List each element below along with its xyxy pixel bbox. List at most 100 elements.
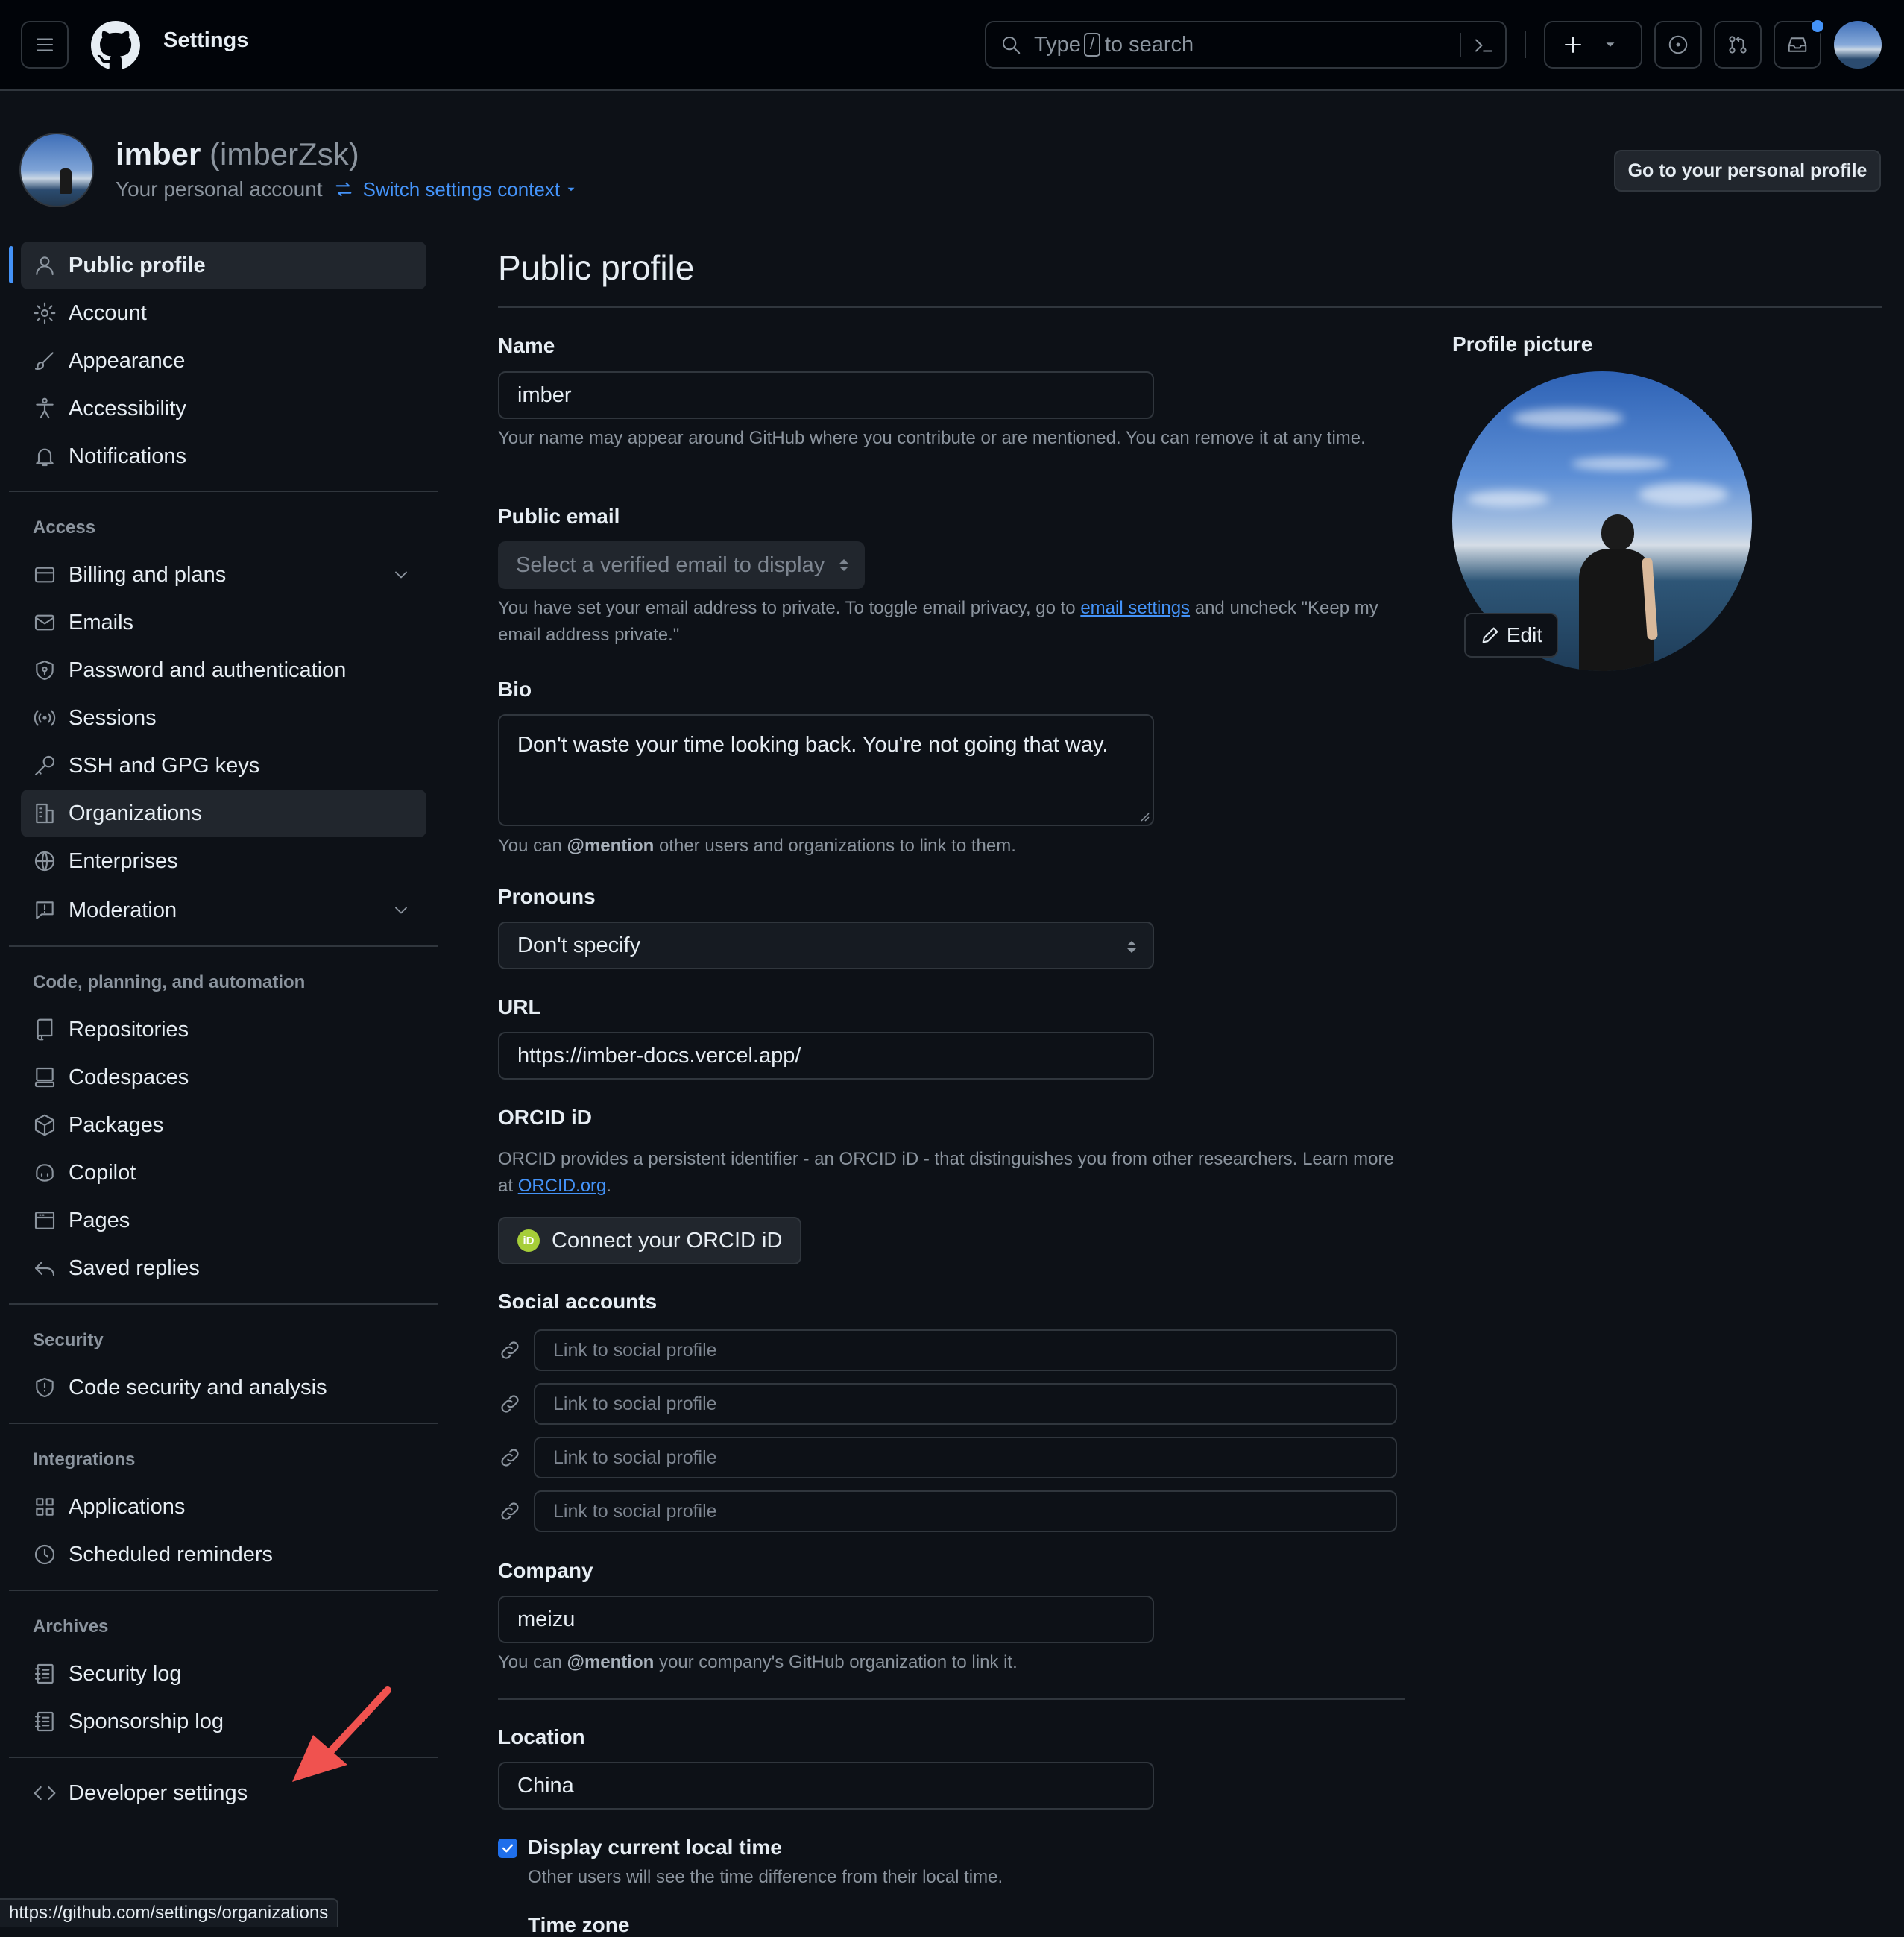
sidebar-item-appearance[interactable]: Appearance [21,337,426,385]
sidebar-item-codespaces[interactable]: Codespaces [21,1053,426,1101]
name-help: Your name may appear around GitHub where… [498,428,1366,448]
company-help-text-2: your company's GitHub organization to li… [658,1652,1018,1672]
resize-handle-icon[interactable] [1138,810,1150,822]
sidebar-item-repositories[interactable]: Repositories [21,1006,426,1053]
sidebar-divider [9,1590,438,1591]
connect-orcid-button[interactable]: iD Connect your ORCID iD [498,1217,801,1264]
copilot-icon [36,1164,54,1182]
sidebar-item-label: Accessibility [69,396,186,421]
sidebar-item-label: Sponsorship log [69,1709,224,1733]
public-email-placeholder: Select a verified email to display [516,552,825,577]
url-label: URL [498,995,541,1018]
sidebar-item-packages[interactable]: Packages [21,1101,426,1149]
edit-label: Edit [1506,623,1543,646]
package-icon [34,1114,55,1136]
header-divider [1525,31,1526,58]
bio-textarea[interactable]: Don't waste your time looking back. You'… [498,714,1154,826]
local-time-checkbox[interactable] [498,1839,517,1858]
orcid-label: ORCID iD [498,1106,592,1129]
name-field[interactable]: imber [498,371,1154,419]
plus-icon [1565,37,1581,53]
account-display-name: imber [116,136,201,171]
select-updown-icon [1127,941,1136,953]
profile-picture-label: Profile picture [1452,333,1593,356]
location-field[interactable]: China [498,1762,1154,1810]
company-field[interactable]: meizu [498,1596,1154,1643]
bio-help-text: You can [498,836,562,856]
sidebar-divider [9,945,438,947]
local-time-label[interactable]: Display current local time [528,1836,782,1859]
search-input[interactable]: Type / to search [985,21,1507,69]
log-icon [34,1663,54,1684]
edit-profile-picture-button[interactable]: Edit [1464,613,1558,658]
link-icon [501,1449,519,1467]
sidebar-item-pages[interactable]: Pages [21,1197,426,1244]
sidebar-item-copilot[interactable]: Copilot [21,1149,426,1197]
account-subtitle: Your personal account [116,177,323,201]
url-field[interactable]: https://imber-docs.vercel.app/ [498,1032,1154,1080]
bio-help: You can @mention other users and organiz… [498,833,1407,860]
sidebar-item-code-security[interactable]: Code security and analysis [21,1364,426,1411]
orcid-help: ORCID provides a persistent identifier -… [498,1146,1407,1200]
shield-icon [36,1377,54,1398]
account-login: (imberZsk) [209,136,359,171]
sidebar-item-label: Password and authentication [69,658,347,682]
sidebar-divider [9,491,438,492]
search-icon [1003,37,1021,54]
local-time-help: Other users will see the time difference… [528,1867,1003,1887]
social-link-input[interactable]: Link to social profile [534,1437,1397,1478]
sidebar-item-public-profile[interactable]: Public profile [21,242,426,289]
social-link-input[interactable]: Link to social profile [534,1329,1397,1371]
company-help-text: You can [498,1652,562,1672]
bell-icon [36,448,54,467]
section-divider [498,1698,1405,1700]
sidebar-item-accessibility[interactable]: Accessibility [21,385,426,432]
github-logo-icon[interactable] [91,21,140,70]
sidebar-item-ssh-gpg[interactable]: SSH and GPG keys [21,742,426,790]
public-email-label: Public email [498,505,620,528]
sidebar-item-account[interactable]: Account [21,289,426,337]
sidebar-item-emails[interactable]: Emails [21,599,426,646]
orcid-link[interactable]: ORCID.org [518,1176,607,1196]
reply-icon [34,1261,55,1276]
account-avatar[interactable] [19,133,94,207]
link-icon [501,1395,519,1413]
pronouns-select[interactable]: Don't specify [498,922,1154,969]
triangle-down-icon [1606,42,1615,47]
time-zone-label: Time zone [528,1913,630,1936]
pull-requests-button[interactable] [1714,21,1762,69]
social-accounts-label: Social accounts [498,1290,658,1313]
command-palette-icon[interactable] [1472,34,1495,57]
go-to-personal-profile-button[interactable]: Go to your personal profile [1614,150,1881,192]
social-link-input[interactable]: Link to social profile [534,1490,1397,1532]
switch-settings-context[interactable]: Switch settings context [333,178,578,201]
app-title: Settings [163,28,249,52]
browser-icon [34,1212,55,1229]
orcid-badge-icon: iD [517,1229,540,1252]
bio-help-text-2: other users and organizations to link to… [658,836,1016,856]
sidebar-item-organizations[interactable]: Organizations [21,790,426,837]
pronouns-label: Pronouns [498,885,596,908]
paintbrush-icon [34,352,54,370]
public-email-select[interactable]: Select a verified email to display [498,541,865,589]
issues-button[interactable] [1654,21,1702,69]
sidebar-item-billing[interactable]: Billing and plans [21,551,426,599]
sidebar-item-notifications[interactable]: Notifications [21,432,426,480]
orcid-help-text: ORCID provides a persistent identifier -… [498,1149,1394,1196]
sidebar-item-saved-replies[interactable]: Saved replies [21,1244,426,1292]
sidebar-item-password[interactable]: Password and authentication [21,646,426,694]
avatar[interactable] [1834,21,1882,69]
social-row: Link to social profile [498,1383,1397,1425]
social-link-input[interactable]: Link to social profile [534,1383,1397,1425]
chevron-down-icon [395,571,407,579]
sidebar-item-enterprises[interactable]: Enterprises [21,837,426,885]
repo-icon [37,1018,53,1041]
create-new-button[interactable] [1544,21,1642,69]
hamburger-button[interactable] [21,21,69,69]
sidebar-item-scheduled-reminders[interactable]: Scheduled reminders [21,1531,426,1578]
sidebar-item-applications[interactable]: Applications [21,1483,426,1531]
sidebar-item-moderation[interactable]: Moderation [21,886,426,934]
sidebar-item-sessions[interactable]: Sessions [21,694,426,742]
hamburger-icon [37,38,53,51]
email-settings-link[interactable]: email settings [1080,598,1190,618]
